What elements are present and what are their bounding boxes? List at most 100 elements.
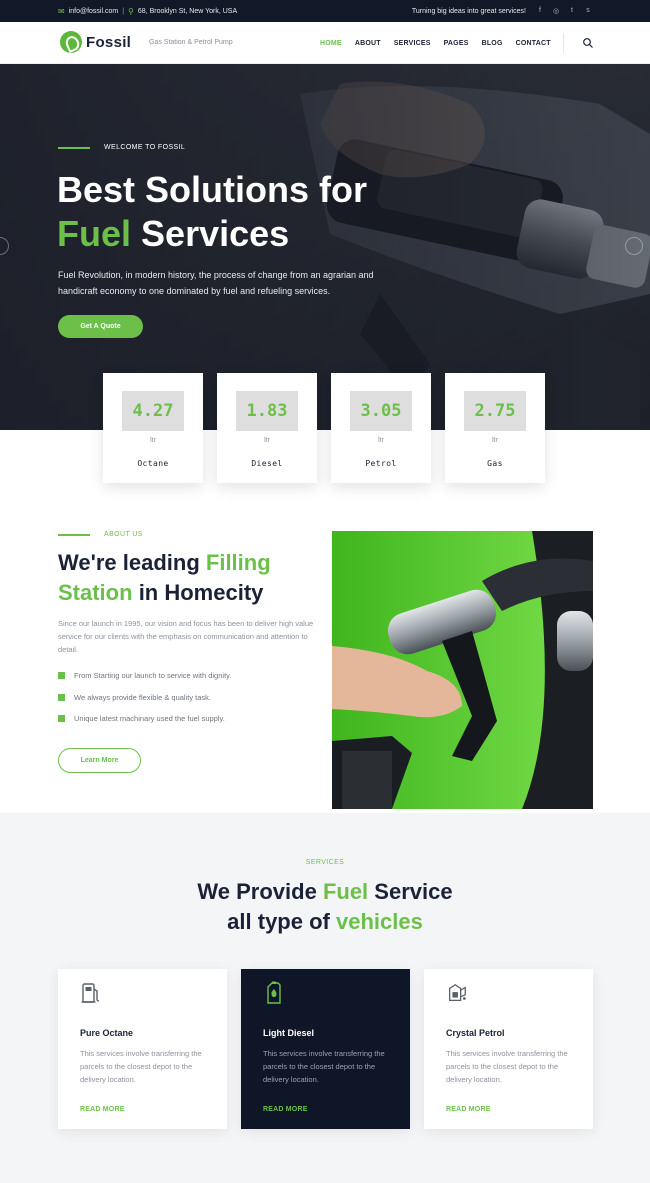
services-title-a: We Provide	[197, 879, 317, 904]
price-card-diesel: 1.83 ltr Diesel	[217, 373, 317, 483]
brand-tagline: Gas Station & Petrol Pump	[149, 39, 233, 46]
top-bar: ✉ info@fossil.com | ⚲ 68, Brooklyn St, N…	[0, 0, 650, 22]
price-value: 3.05	[350, 391, 412, 431]
hero-title-highlight: Fuel	[57, 213, 132, 254]
about-eyebrow-text: ABOUT US	[104, 531, 143, 538]
about-title-highlight-2: Station	[58, 580, 133, 605]
fuel-name: Diesel	[251, 459, 283, 468]
list-item: Unique latest machinary used the fuel su…	[58, 708, 231, 730]
service-title: Crystal Petrol	[446, 1028, 505, 1038]
about-points: From Starting our launch to service with…	[58, 665, 231, 730]
price-unit: ltr	[150, 437, 156, 444]
services-title-highlight-2: vehicles	[335, 909, 423, 934]
instagram-icon[interactable]: ◎	[552, 7, 560, 15]
nav-services[interactable]: SERVICES	[394, 40, 431, 47]
square-bullet-icon	[58, 693, 65, 701]
skype-icon[interactable]: s	[584, 7, 592, 15]
search-icon[interactable]	[582, 37, 594, 49]
flame-logo-icon	[60, 31, 82, 53]
contact-email[interactable]: info@fossil.com	[69, 8, 119, 15]
price-unit: ltr	[264, 437, 270, 444]
envelope-icon: ✉	[58, 6, 65, 16]
service-card-pure-octane: Pure Octane This services involve transf…	[58, 969, 227, 1129]
service-cards: Pure Octane This services involve transf…	[58, 969, 593, 1129]
get-a-quote-button[interactable]: Get A Quote	[58, 315, 143, 338]
list-item: We always provide flexible & quality tas…	[58, 687, 231, 709]
nav-about[interactable]: ABOUT	[355, 40, 381, 47]
service-title: Light Diesel	[263, 1028, 315, 1038]
point-text: Unique latest machinary used the fuel su…	[74, 714, 225, 724]
brand-name: Fossil	[86, 33, 132, 51]
topbar-slogan: Turning big ideas into great services!	[411, 7, 526, 15]
twitter-icon[interactable]: t	[568, 7, 576, 15]
map-pin-icon: ⚲	[128, 6, 134, 16]
hero-title-line1: Best Solutions for	[57, 169, 368, 210]
header-divider	[563, 33, 564, 53]
price-value: 2.75	[464, 391, 526, 431]
service-card-crystal-petrol: Crystal Petrol This services involve tra…	[424, 969, 593, 1129]
jerrycan-icon	[267, 981, 281, 1004]
square-bullet-icon	[58, 672, 65, 680]
oil-can-icon	[449, 983, 466, 1001]
services-title-d: all type of	[227, 909, 330, 934]
list-item: From Starting our launch to service with…	[58, 665, 231, 687]
price-card-petrol: 3.05 ltr Petrol	[331, 373, 431, 483]
about-title-d: in Homecity	[138, 580, 264, 605]
contact-info: ✉ info@fossil.com | ⚲ 68, Brooklyn St, N…	[58, 0, 237, 22]
point-text: From Starting our launch to service with…	[74, 671, 232, 681]
fuel-name: Octane	[137, 459, 169, 468]
topbar-right: Turning big ideas into great services! f…	[412, 0, 592, 22]
hero-description: Fuel Revolution, in modern history, the …	[58, 270, 374, 296]
services-title-c: Service	[374, 879, 453, 904]
point-text: We always provide flexible & quality tas…	[74, 692, 212, 702]
read-more-link[interactable]: READ MORE	[80, 1106, 125, 1113]
price-card-octane: 4.27 ltr Octane	[103, 373, 203, 483]
services-title: We Provide Fuel Service all type of vehi…	[0, 877, 650, 937]
service-description: This services involve transferring the p…	[263, 1049, 385, 1084]
read-more-link[interactable]: READ MORE	[263, 1106, 308, 1113]
hero-title-rest: Services	[141, 213, 290, 254]
nav-home[interactable]: HOME	[320, 40, 342, 47]
nav-pages[interactable]: PAGES	[444, 40, 469, 47]
hero-title: Best Solutions for Fuel Services	[57, 168, 367, 256]
about-title-highlight-1: Filling	[205, 550, 271, 575]
nav-blog[interactable]: BLOG	[482, 40, 503, 47]
fuel-price-cards: 4.27 ltr Octane 1.83 ltr Diesel 3.05 ltr…	[103, 373, 545, 483]
eyebrow-line	[58, 146, 90, 149]
eyebrow-line	[58, 533, 90, 536]
brand-logo[interactable]: Fossil	[60, 31, 131, 53]
about-eyebrow: ABOUT US	[58, 531, 143, 538]
divider: |	[122, 7, 125, 15]
hero-next-arrow[interactable]	[625, 237, 643, 255]
about-title: We're leading Filling Station in Homecit…	[58, 548, 271, 608]
hero-eyebrow: WELCOME TO FOSSIL	[58, 144, 185, 151]
price-unit: ltr	[492, 437, 498, 444]
services-title-highlight-1: Fuel	[322, 879, 369, 904]
square-bullet-icon	[58, 715, 65, 723]
fuel-pump-photo	[332, 531, 593, 809]
service-description: This services involve transferring the p…	[446, 1049, 568, 1084]
fuel-name: Gas	[487, 459, 503, 468]
about-title-a: We're leading	[58, 550, 200, 575]
read-more-link[interactable]: READ MORE	[446, 1106, 491, 1113]
price-value: 4.27	[122, 391, 184, 431]
price-card-gas: 2.75 ltr Gas	[445, 373, 545, 483]
about-text: Since our launch in 1995, our vision and…	[58, 619, 314, 654]
service-card-light-diesel: Light Diesel This services involve trans…	[241, 969, 410, 1129]
service-description: This services involve transferring the p…	[80, 1049, 202, 1084]
site-header: Fossil Gas Station & Petrol Pump HOME AB…	[0, 22, 650, 64]
fuel-pump-icon	[81, 983, 100, 1003]
price-unit: ltr	[378, 437, 384, 444]
hero-eyebrow-text: WELCOME TO FOSSIL	[104, 144, 186, 151]
main-nav: HOME ABOUT SERVICES PAGES BLOG CONTACT	[320, 22, 551, 64]
services-section: SERVICES We Provide Fuel Service all typ…	[0, 813, 650, 1183]
nav-contact[interactable]: CONTACT	[516, 40, 551, 47]
contact-address: 68, Brooklyn St, New York, USA	[137, 7, 238, 15]
services-eyebrow: SERVICES	[305, 859, 345, 866]
service-title: Pure Octane	[80, 1028, 134, 1038]
social-links: f ◎ t s	[536, 7, 592, 15]
facebook-icon[interactable]: f	[536, 7, 544, 15]
fuel-name: Petrol	[365, 459, 397, 468]
price-value: 1.83	[236, 391, 298, 431]
learn-more-button[interactable]: Learn More	[58, 748, 141, 773]
